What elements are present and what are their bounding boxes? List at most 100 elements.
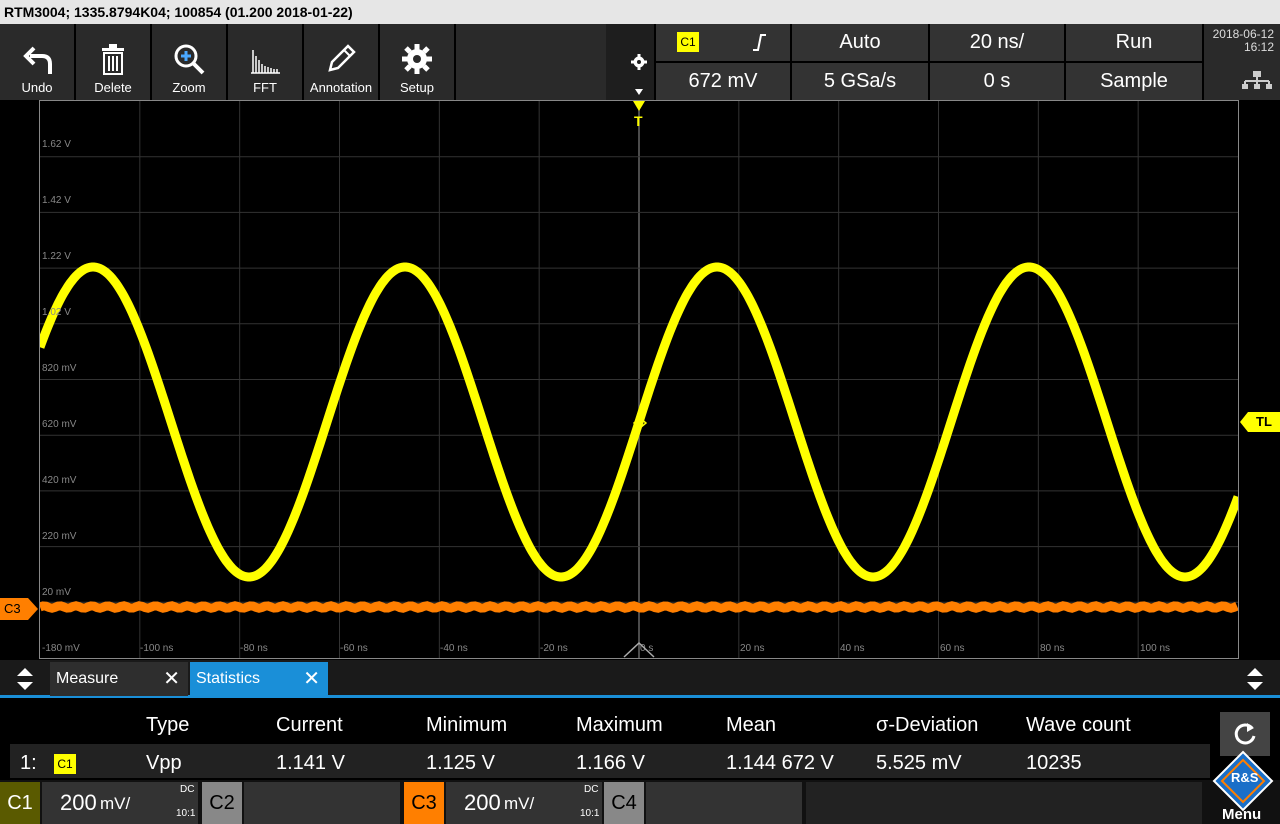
zoom-button[interactable]: Zoom: [152, 24, 228, 100]
triangle-down-icon: [633, 101, 645, 111]
tl-marker-label: TL: [1256, 414, 1272, 429]
updown-arrows-icon[interactable]: [14, 666, 36, 692]
time-label: 60 ns: [940, 643, 965, 654]
delete-button[interactable]: Delete: [76, 24, 152, 100]
setup-button[interactable]: Setup: [380, 24, 456, 100]
fft-icon: [251, 50, 280, 74]
annotation-button[interactable]: Annotation: [304, 24, 380, 100]
tab-bar: Measure ✕ Statistics ✕: [0, 660, 1280, 698]
ch1-scale-unit: mV/: [100, 794, 131, 813]
time-label: -100 ns: [140, 643, 174, 654]
voltage-label: 620 mV: [42, 419, 77, 430]
time-label: 100 ns: [1140, 643, 1171, 654]
gear-icon: [631, 54, 647, 70]
cell-mean: 1.144 672 V: [726, 752, 834, 774]
row-source-badge: C1: [54, 754, 76, 774]
tab-statistics-label: Statistics: [196, 670, 261, 687]
header-maximum: Maximum: [576, 714, 663, 736]
header-current: Current: [276, 714, 343, 736]
pencil-icon: [328, 44, 356, 72]
voltage-label: 1.02 V: [42, 307, 71, 318]
ch1-probe-ratio: 10:1: [176, 808, 196, 819]
annotation-label: Annotation: [309, 80, 373, 95]
close-icon[interactable]: ✕: [163, 662, 180, 696]
time-label: -20 ns: [540, 643, 568, 654]
header-sigma: σ-Deviation: [876, 714, 979, 736]
window-title: RTM3004; 1335.8794K04; 100854 (01.200 20…: [0, 0, 1280, 24]
trigger-source-badge: C1: [677, 32, 699, 52]
ch2-tag[interactable]: C2: [202, 782, 242, 824]
horizontal-position-marker[interactable]: [622, 641, 656, 658]
sample-rate-cell[interactable]: 5 GSa/s: [792, 63, 928, 100]
cell-minimum: 1.125 V: [426, 752, 495, 774]
ch4-settings[interactable]: [646, 782, 802, 824]
toolbar-spacer: [456, 24, 606, 100]
trigger-level-marker[interactable]: TL: [1240, 412, 1280, 432]
trigger-point-marker: [633, 417, 647, 429]
channel-bar-spacer: [806, 782, 1202, 824]
cell-current: 1.141 V: [276, 752, 345, 774]
horizontal-offset-cell[interactable]: 0 s: [930, 63, 1064, 100]
ch3-probe-ratio: 10:1: [580, 808, 600, 819]
waveform-canvas: [40, 262, 1238, 613]
toolbar: Undo Delete Zoom FFT Annotation Setup: [0, 24, 654, 100]
trigger-level-cell[interactable]: 672 mV: [656, 63, 790, 100]
time-label: -40 ns: [440, 643, 468, 654]
voltage-label: 1.62 V: [42, 139, 71, 150]
time-text: 16:12: [1243, 40, 1274, 54]
triangle-down-icon: [635, 89, 643, 95]
quick-settings-column[interactable]: [624, 24, 654, 100]
close-icon[interactable]: ✕: [303, 662, 320, 696]
run-state-cell[interactable]: Run: [1066, 24, 1202, 61]
ch2-settings[interactable]: [244, 782, 400, 824]
ch3-scale-unit: mV/: [504, 794, 535, 813]
channel-bar: C1 200 mV/ DC 10:1 C2 C3 200 mV/ DC 10:1…: [0, 780, 1280, 824]
ch3-coupling: DC: [584, 784, 599, 795]
voltage-label: 220 mV: [42, 531, 77, 542]
fft-button[interactable]: FFT: [228, 24, 304, 100]
menu-button[interactable]: R&S Menu: [1206, 740, 1280, 824]
c3-marker-label: C3: [4, 601, 21, 616]
datetime-display[interactable]: 2018-06-12 16:12: [1204, 24, 1280, 100]
ch1-settings[interactable]: 200 mV/ DC 10:1: [42, 782, 198, 824]
ch3-scale: 200: [464, 790, 501, 815]
ch1-scale: 200: [60, 790, 97, 815]
delete-label: Delete: [94, 80, 132, 95]
voltage-label: 820 mV: [42, 363, 77, 374]
ch1-coupling: DC: [180, 784, 195, 795]
header-wave-count: Wave count: [1026, 714, 1131, 736]
acquisition-mode-cell[interactable]: Sample: [1066, 63, 1202, 100]
rising-edge-icon: [753, 34, 766, 51]
waveform-display[interactable]: 1.62 V 1.42 V 1.22 V 1.02 V 820 mV 620 mV 420 …: [39, 100, 1239, 659]
time-label: -60 ns: [340, 643, 368, 654]
tab-measure-label: Measure: [56, 670, 119, 687]
ch4-tag[interactable]: C4: [604, 782, 644, 824]
timebase-cell[interactable]: 20 ns/: [930, 24, 1064, 61]
time-label: 20 ns: [740, 643, 765, 654]
trigger-position-marker[interactable]: T: [632, 101, 646, 131]
header-mean: Mean: [726, 714, 777, 736]
header-type: Type: [146, 714, 190, 736]
undo-button[interactable]: Undo: [0, 24, 76, 100]
updown-arrows-icon[interactable]: [1244, 666, 1266, 692]
undo-icon: [23, 46, 52, 74]
trigger-source-cell[interactable]: C1: [656, 24, 790, 61]
row-index: 1:: [20, 752, 37, 774]
cell-maximum: 1.166 V: [576, 752, 645, 774]
ch3-settings[interactable]: 200 mV/ DC 10:1: [446, 782, 602, 824]
voltage-label: 420 mV: [42, 475, 77, 486]
ch3-offset-marker[interactable]: C3: [0, 598, 38, 620]
ch1-tag[interactable]: C1: [0, 782, 40, 824]
zoom-icon: [174, 44, 205, 75]
time-label: 40 ns: [840, 643, 865, 654]
header-minimum: Minimum: [426, 714, 508, 736]
tab-statistics[interactable]: Statistics ✕: [190, 662, 328, 696]
trigger-mode-cell[interactable]: Auto: [792, 24, 928, 61]
voltage-label: 1.22 V: [42, 251, 71, 262]
time-label: 80 ns: [1040, 643, 1065, 654]
menu-label: Menu: [1222, 806, 1262, 823]
ch3-tag[interactable]: C3: [404, 782, 444, 824]
tab-measure[interactable]: Measure ✕: [50, 662, 188, 696]
voltage-label: -180 mV: [42, 643, 80, 654]
time-label: -80 ns: [240, 643, 268, 654]
